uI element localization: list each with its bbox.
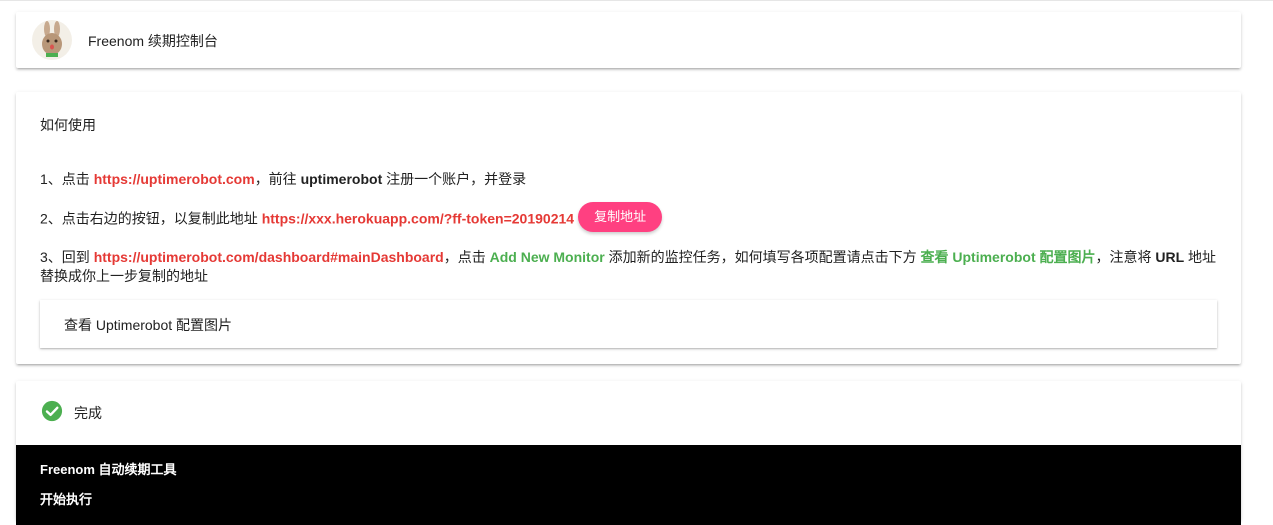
step-1-suffix: 注册一个账户，并登录: [382, 171, 527, 187]
top-divider: [0, 0, 1273, 1]
add-new-monitor-text: Add New Monitor: [489, 249, 605, 265]
step-2-prefix: 2、点击右边的按钮，以复制此地址: [40, 210, 262, 227]
rabbit-avatar-icon: [42, 21, 62, 57]
step-3: 3、回到 https://uptimerobot.com/dashboard#m…: [40, 248, 1217, 286]
uptimerobot-link[interactable]: https://uptimerobot.com: [94, 171, 255, 187]
step-3-middle-3: ，注意将: [1095, 249, 1156, 265]
step-3-middle-2: 添加新的监控任务，如何填写各项配置请点击下方: [604, 249, 921, 265]
step-3-middle-1: ，点击: [443, 249, 490, 265]
check-circle-icon: [41, 400, 63, 422]
step-3-prefix: 3、回到: [40, 249, 94, 265]
step-1-bold: uptimerobot: [300, 171, 383, 187]
usage-heading: 如何使用: [40, 117, 96, 133]
heroku-url: https://xxx.herokuapp.com/?ff-token=2019…: [261, 210, 575, 227]
expander-label: 查看 Uptimerobot 配置图片: [64, 317, 233, 333]
console-line: Freenom 自动续期工具: [40, 462, 177, 477]
view-config-link[interactable]: 查看 Uptimerobot 配置图片: [921, 249, 1096, 265]
app-title: Freenom 续期控制台: [88, 33, 218, 49]
console-output: Freenom 自动续期工具 开始执行: [16, 445, 1241, 525]
step-2: 2、点击右边的按钮，以复制此地址 https://xxx.herokuapp.c…: [40, 202, 1217, 232]
console-line: 开始执行: [40, 492, 93, 507]
avatar: [32, 20, 72, 60]
status-card: 完成 Freenom 自动续期工具 开始执行: [16, 381, 1241, 525]
status-label: 完成: [74, 405, 102, 421]
step-1: 1、点击 https://uptimerobot.com，前往 uptimero…: [40, 170, 1217, 189]
config-image-expander[interactable]: 查看 Uptimerobot 配置图片: [40, 300, 1217, 348]
header-card: Freenom 续期控制台: [16, 12, 1241, 68]
step-3-bold: URL: [1155, 249, 1185, 265]
copy-address-button[interactable]: 复制地址: [578, 202, 663, 232]
dashboard-link[interactable]: https://uptimerobot.com/dashboard#mainDa…: [94, 249, 444, 265]
usage-card: 如何使用 1、点击 https://uptimerobot.com，前往 upt…: [16, 92, 1241, 364]
step-1-middle: ，前往: [254, 171, 301, 187]
step-1-prefix: 1、点击: [40, 171, 94, 187]
